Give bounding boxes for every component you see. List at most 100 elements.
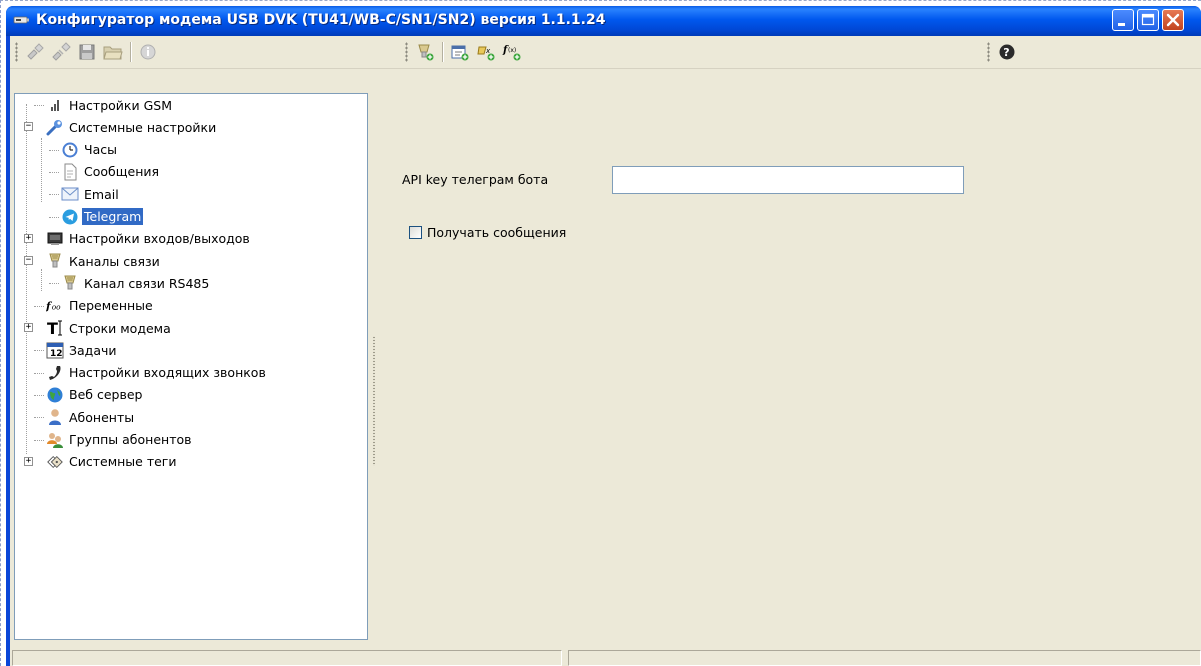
tree-item-3[interactable]: Часы bbox=[49, 139, 119, 161]
edit-toolbar: x f (x) bbox=[402, 38, 525, 66]
receive-messages-checkbox[interactable] bbox=[409, 226, 422, 239]
panel-splitter[interactable] bbox=[372, 336, 376, 466]
minimize-button[interactable] bbox=[1112, 9, 1134, 31]
tree-item-4[interactable]: Сообщения bbox=[49, 161, 161, 183]
save-icon[interactable] bbox=[76, 41, 98, 63]
tags-icon bbox=[46, 453, 64, 471]
tree-item-label: Строки модема bbox=[69, 320, 171, 336]
tree-item-10[interactable]: f oo Переменные bbox=[34, 295, 155, 317]
tree-item-label: Веб сервер bbox=[69, 387, 143, 403]
tree-item-11[interactable]: + T Строки модема bbox=[24, 317, 173, 339]
user-icon bbox=[46, 408, 64, 426]
clock-icon bbox=[61, 141, 79, 159]
add-function-icon[interactable]: f (x) bbox=[501, 41, 523, 63]
tree-connector bbox=[49, 283, 59, 285]
tree-item-label: Настройки входов/выходов bbox=[69, 231, 250, 247]
tree-connector bbox=[41, 269, 42, 291]
wrench-icon bbox=[46, 118, 64, 136]
tree-item-label: Каналы связи bbox=[69, 253, 160, 269]
tree-connector bbox=[34, 394, 44, 396]
tree-item-1[interactable]: Настройки GSM bbox=[34, 94, 174, 116]
add-task-icon[interactable] bbox=[449, 41, 471, 63]
signal-bars-icon bbox=[46, 96, 64, 114]
tree-connector bbox=[49, 171, 59, 173]
toolbar-grip[interactable] bbox=[405, 42, 408, 62]
toolbar-separator bbox=[130, 42, 131, 62]
collapse-toggle[interactable]: − bbox=[24, 256, 33, 266]
status-pane-right bbox=[568, 650, 1201, 666]
tree-item-label: Часы bbox=[84, 142, 117, 158]
svg-text:(x): (x) bbox=[508, 47, 516, 54]
toolbar-grip[interactable] bbox=[15, 42, 18, 62]
desktop-guide-top bbox=[0, 0, 1201, 1]
tree-item-2[interactable]: − Системные настройки bbox=[24, 116, 218, 138]
tree-item-label: Telegram bbox=[82, 208, 144, 225]
maximize-button[interactable] bbox=[1137, 9, 1159, 31]
tree-connector bbox=[34, 350, 44, 352]
info-icon[interactable] bbox=[137, 41, 159, 63]
open-folder-icon[interactable] bbox=[102, 41, 124, 63]
tree-item-label: Абоненты bbox=[69, 409, 135, 425]
receive-messages-option[interactable]: Получать сообщения bbox=[409, 225, 566, 240]
tree-connector bbox=[49, 149, 59, 151]
tree-item-17[interactable]: + Системные теги bbox=[24, 451, 179, 473]
disconnect-icon[interactable] bbox=[50, 41, 72, 63]
settings-tree[interactable]: Настройки GSM − Системные настройки Часы Соо… bbox=[14, 93, 368, 640]
status-pane-left bbox=[12, 650, 562, 666]
telegram-icon bbox=[61, 208, 79, 226]
channel-icon bbox=[61, 274, 79, 292]
status-bar bbox=[10, 650, 1201, 666]
tree-item-12[interactable]: 12 Задачи bbox=[34, 339, 119, 361]
tree-item-7[interactable]: + Настройки входов/выходов bbox=[24, 228, 252, 250]
tree-item-13[interactable]: Настройки входящих звонков bbox=[34, 362, 268, 384]
tree-connector bbox=[49, 216, 59, 218]
tree-connector bbox=[34, 305, 44, 307]
tree-item-9[interactable]: Канал связи RS485 bbox=[49, 272, 211, 294]
tree-item-8[interactable]: − Каналы связи bbox=[24, 250, 162, 272]
tree-connector bbox=[26, 104, 27, 454]
tree-item-label: Настройки входящих звонков bbox=[69, 365, 266, 381]
envelope-icon bbox=[61, 185, 79, 203]
app-window: Конфигуратор модема USB DVK (TU41/WB-C/S… bbox=[6, 6, 1201, 666]
tree-item-14[interactable]: Веб сервер bbox=[34, 384, 144, 406]
tree-item-label: Переменные bbox=[69, 298, 153, 314]
add-channel-icon[interactable] bbox=[414, 41, 436, 63]
main-toolbar bbox=[12, 38, 161, 66]
calendar-icon: 12 bbox=[46, 341, 64, 359]
tree-connector bbox=[34, 417, 44, 419]
text-cursor-icon: T bbox=[46, 319, 64, 337]
collapse-toggle[interactable]: − bbox=[24, 122, 33, 132]
expand-toggle[interactable]: + bbox=[24, 456, 33, 466]
expand-toggle[interactable]: + bbox=[24, 233, 33, 243]
expand-toggle[interactable]: + bbox=[24, 323, 33, 332]
toolbar-separator bbox=[442, 42, 443, 62]
connect-icon[interactable] bbox=[24, 41, 46, 63]
tree-item-label: Задачи bbox=[69, 342, 117, 358]
tree-item-5[interactable]: Email bbox=[49, 183, 121, 205]
function-icon: f oo bbox=[46, 297, 64, 315]
api-key-label: API key телеграм бота bbox=[402, 172, 549, 187]
close-button[interactable] bbox=[1162, 9, 1184, 31]
toolbar-area: x f (x) ? bbox=[10, 36, 1201, 69]
tree-item-6[interactable]: Telegram bbox=[49, 206, 144, 228]
title-bar[interactable]: Конфигуратор модема USB DVK (TU41/WB-C/S… bbox=[6, 6, 1201, 36]
tree-item-label: Группы абонентов bbox=[69, 432, 192, 447]
tree-item-15[interactable]: Абоненты bbox=[34, 406, 136, 428]
app-icon bbox=[13, 14, 30, 26]
help-icon[interactable]: ? bbox=[996, 41, 1018, 63]
api-key-input[interactable] bbox=[612, 166, 964, 194]
svg-text:12: 12 bbox=[50, 349, 63, 359]
tree-item-label: Сообщения bbox=[84, 164, 160, 180]
tree-item-label: Системные настройки bbox=[69, 119, 217, 135]
tree-item-label: Email bbox=[84, 186, 119, 202]
toolbar-grip[interactable] bbox=[987, 42, 990, 62]
client-area: x f (x) ? Настройки GSM − Системные настрой… bbox=[10, 36, 1201, 666]
tree-connector bbox=[34, 105, 44, 106]
channel-icon bbox=[46, 252, 64, 270]
document-icon bbox=[61, 163, 79, 181]
tree-connector bbox=[34, 372, 44, 374]
add-variable-icon[interactable]: x bbox=[475, 41, 497, 63]
globe-icon bbox=[46, 386, 64, 404]
tree-item-16[interactable]: Группы абонентов bbox=[34, 429, 194, 451]
help-toolbar: ? bbox=[984, 38, 1020, 66]
